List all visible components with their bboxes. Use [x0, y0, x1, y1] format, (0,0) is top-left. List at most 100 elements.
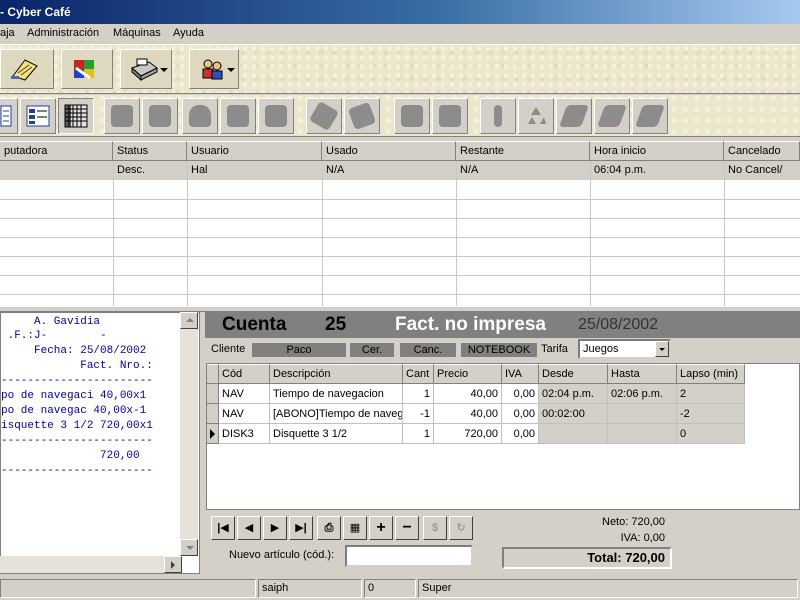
column-header-iva[interactable]: IVA	[502, 364, 539, 384]
column-header-usuario[interactable]: Usuario	[187, 141, 322, 161]
column-header-precio[interactable]: Precio	[434, 364, 502, 384]
main-toolbar	[0, 44, 800, 94]
notepad-button[interactable]	[0, 49, 54, 89]
menu-bar: aja Administración Máquinas Ayuda	[0, 24, 800, 44]
row-indicator[interactable]	[207, 404, 219, 424]
calendar-icon: ▦	[349, 522, 361, 534]
chevron-down-icon	[160, 68, 168, 72]
row-indicator[interactable]	[207, 384, 219, 404]
status-bar: saiph 0 Super	[0, 577, 800, 600]
account-date: 25/08/2002	[578, 316, 659, 333]
shield-button[interactable]	[182, 98, 218, 134]
column-header-descripcion[interactable]: Descripción	[270, 364, 403, 384]
machines-alt-button[interactable]	[432, 98, 468, 134]
sweep-button[interactable]	[344, 98, 380, 134]
eraser-alt-button[interactable]	[632, 98, 668, 134]
tools-button[interactable]	[258, 98, 294, 134]
column-header-lapso[interactable]: Lapso (min)	[677, 364, 745, 384]
scroll-up-button[interactable]	[180, 312, 198, 329]
cell-lapso: -2	[677, 404, 745, 424]
column-header-status[interactable]: Status	[113, 141, 187, 161]
machine-field: NOTEBOOK	[461, 343, 537, 357]
scroll-down-button[interactable]	[180, 539, 198, 556]
cell-iva: 0,00	[502, 424, 539, 444]
column-header-desde[interactable]: Desde	[539, 364, 608, 384]
client-field[interactable]: Paco	[252, 343, 346, 357]
cer-button[interactable]: Cer.	[350, 343, 394, 357]
menu-administracion[interactable]: Administración	[27, 27, 99, 39]
cell-cant: 1	[403, 424, 434, 444]
eraser-button[interactable]	[556, 98, 592, 134]
canc-button[interactable]: Canc.	[400, 343, 456, 357]
column-header-hora-inicio[interactable]: Hora inicio	[590, 141, 724, 161]
calendar-button[interactable]: ▦	[343, 516, 367, 540]
cell-cod: NAV	[219, 384, 270, 404]
cell-desde: 02:04 p.m.	[539, 384, 608, 404]
dollar-button[interactable]: $	[423, 516, 447, 540]
column-header-computadora[interactable]: putadora	[0, 141, 113, 161]
cell-status: Desc.	[117, 164, 146, 176]
cell-iva: 0,00	[502, 404, 539, 424]
column-header-usado[interactable]: Usado	[322, 141, 456, 161]
scroll-right-button[interactable]	[164, 556, 182, 573]
print-button[interactable]: ⎙	[317, 516, 341, 540]
details-view-icon	[26, 105, 50, 127]
first-record-button[interactable]: |◀	[211, 516, 235, 540]
remove-icon: −	[402, 519, 412, 536]
cell-usuario: Hal	[191, 164, 208, 176]
column-header-cod[interactable]: Cód	[219, 364, 270, 384]
grid-view-button[interactable]	[58, 98, 94, 134]
account-panel: Cuenta 25 Fact. no impresa 25/08/2002 Cl…	[205, 312, 800, 574]
receipt-horizontal-scrollbar[interactable]	[0, 556, 182, 573]
current-row-indicator[interactable]	[207, 424, 219, 444]
lock-button[interactable]	[104, 98, 140, 134]
users-dropdown-button[interactable]	[189, 49, 239, 89]
next-record-button[interactable]: ▶	[263, 516, 287, 540]
machine-toolbar	[0, 95, 800, 137]
recycle-button[interactable]	[518, 98, 554, 134]
cell-hasta: 02:06 p.m.	[608, 384, 677, 404]
receipt-preview: A. Gavidia .F.:J- - Fecha: 25/08/2002 Fa…	[0, 312, 200, 574]
cell-computadora	[0, 161, 113, 180]
tarifa-select[interactable]: Juegos	[578, 339, 671, 359]
cell-cant: 1	[403, 384, 434, 404]
printer-dropdown-button[interactable]	[120, 49, 172, 89]
chevron-up-icon	[186, 318, 194, 322]
iva-value: IVA: 0,00	[620, 532, 665, 544]
refresh-button[interactable]: ↻	[449, 516, 473, 540]
column-header-cant[interactable]: Cant	[403, 364, 434, 384]
dollar-icon: $	[431, 522, 439, 534]
client-label: Cliente	[211, 343, 246, 355]
new-item-input[interactable]	[345, 545, 473, 567]
alert-button[interactable]	[480, 98, 516, 134]
last-record-button[interactable]: ▶|	[289, 516, 313, 540]
receipt-line: Fecha: 25/08/2002	[1, 345, 147, 357]
machines-alt-icon	[439, 105, 461, 127]
column-header-hasta[interactable]: Hasta	[608, 364, 677, 384]
menu-maquinas[interactable]: Máquinas	[113, 27, 161, 39]
add-item-button[interactable]: +	[369, 516, 393, 540]
menu-caja[interactable]: aja	[0, 27, 15, 39]
receipt-vertical-scrollbar[interactable]	[180, 312, 198, 556]
broom-button[interactable]	[306, 98, 342, 134]
lock-icon	[111, 105, 133, 127]
cell-precio: 720,00	[434, 424, 502, 444]
column-header-restante[interactable]: Restante	[456, 141, 590, 161]
list-view-button[interactable]	[0, 98, 18, 134]
receipt-line: isquette 3 1/2 720,00x1	[1, 420, 153, 432]
menu-ayuda[interactable]: Ayuda	[173, 27, 204, 39]
details-view-button[interactable]	[20, 98, 56, 134]
cube-button[interactable]	[61, 49, 113, 89]
remove-item-button[interactable]: −	[395, 516, 419, 540]
padlock-button[interactable]	[220, 98, 256, 134]
column-header-cancelado[interactable]: Cancelado	[724, 141, 800, 161]
machines-button[interactable]	[394, 98, 430, 134]
client-row: Cliente Paco Cer. Canc. NOTEBOOK Tarifa	[205, 340, 800, 360]
current-row-arrow-icon	[210, 429, 215, 439]
lock-dollar-button[interactable]	[142, 98, 178, 134]
tarifa-dropdown-button[interactable]	[655, 341, 669, 357]
status-count: 0	[364, 579, 416, 598]
prev-record-button[interactable]: ◀	[237, 516, 261, 540]
erase-all-button[interactable]	[594, 98, 630, 134]
status-user: saiph	[258, 579, 362, 598]
